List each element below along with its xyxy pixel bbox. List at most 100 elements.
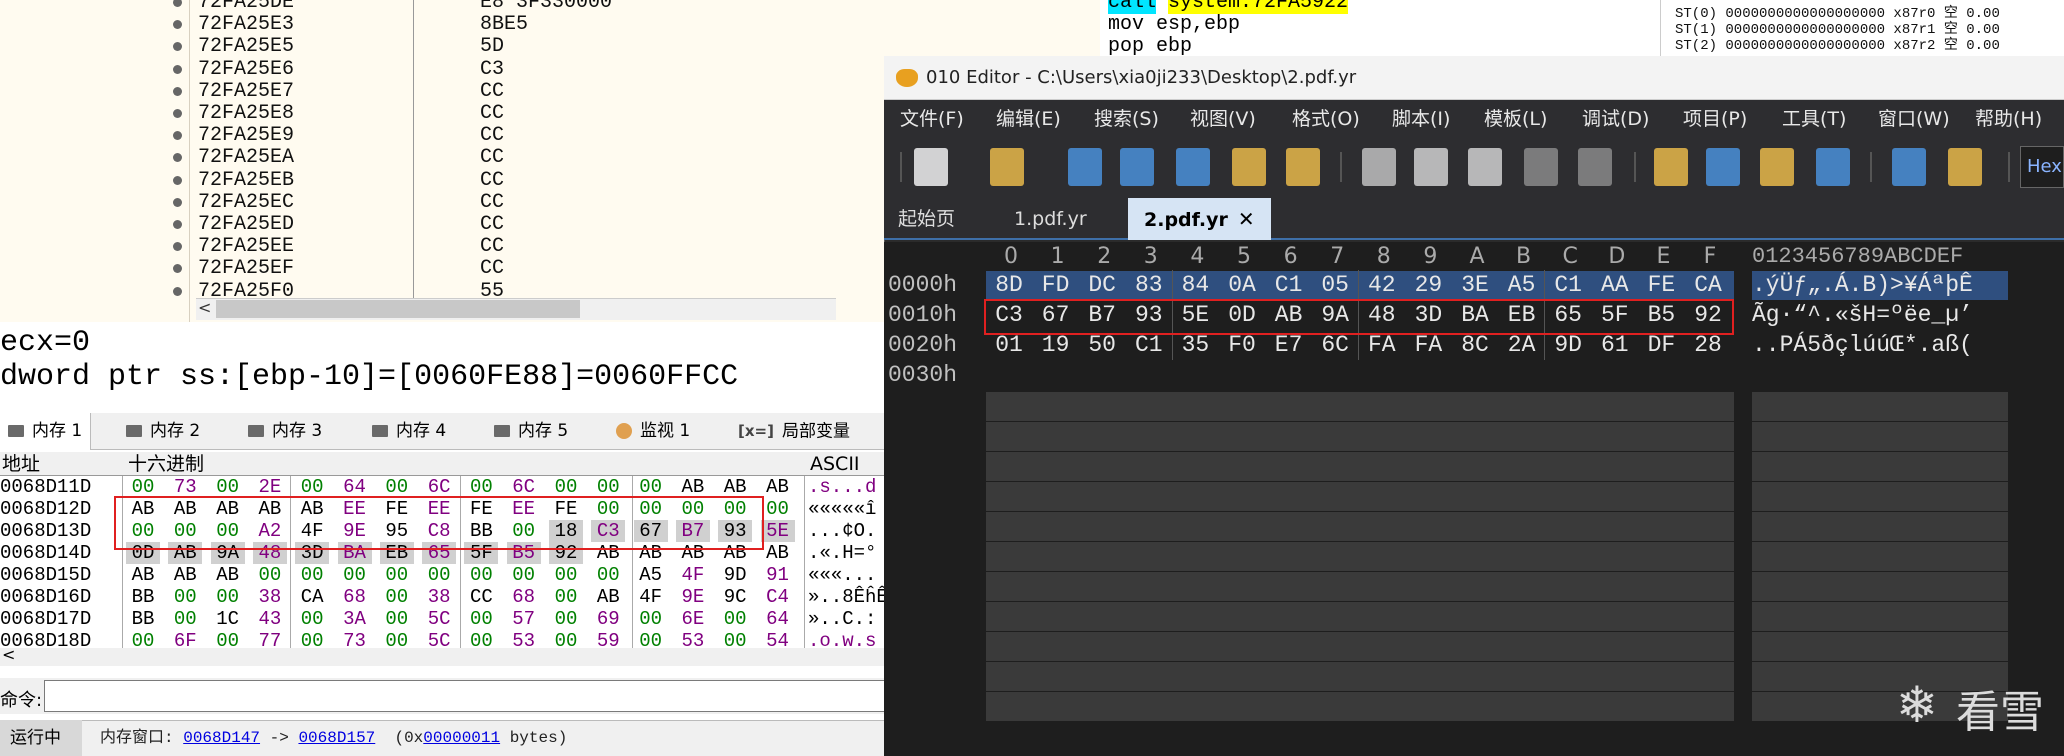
hex-byte[interactable]: C1 [1547, 270, 1589, 300]
memory-byte[interactable]: 38 [253, 586, 287, 608]
memory-row[interactable]: 0068D16D BB 00 00 38 CA 68 00 38 CC 68 00 AB 4F 9E 9C C4… [0, 586, 885, 608]
menu-item[interactable]: 文件(F) [900, 100, 964, 138]
breakpoint-dot-icon[interactable] [173, 64, 182, 74]
workspace-icon[interactable] [1286, 148, 1320, 186]
run-template-icon[interactable] [1892, 148, 1926, 186]
memory-byte[interactable]: AB [126, 564, 160, 586]
memory-byte[interactable]: 5C [422, 608, 456, 630]
memory-byte[interactable]: 00 [295, 608, 329, 630]
hex-byte[interactable]: 05 [1314, 270, 1356, 300]
status-size-link[interactable]: 00000011 [423, 729, 500, 747]
hex-byte[interactable]: 42 [1361, 270, 1403, 300]
breakpoint-dot-icon[interactable] [173, 175, 182, 185]
memory-byte[interactable]: 00 [464, 564, 498, 586]
memory-byte[interactable]: 38 [422, 586, 456, 608]
run-script-icon[interactable] [1948, 148, 1982, 186]
memory-byte[interactable]: 9E [676, 586, 710, 608]
hex-byte[interactable]: CA [1687, 270, 1729, 300]
memory-byte[interactable]: AB [168, 564, 202, 586]
menu-item[interactable]: 调试(D) [1582, 100, 1649, 138]
memory-byte[interactable]: AB [718, 476, 752, 498]
memory-byte[interactable]: 00 [464, 630, 498, 648]
hex-byte[interactable]: FE [1640, 270, 1682, 300]
tab-watch-1[interactable]: 监视 1 [608, 413, 690, 450]
memory-byte[interactable]: 00 [380, 476, 414, 498]
hex-byte[interactable]: A5 [1501, 270, 1543, 300]
memory-byte[interactable]: 73 [338, 630, 372, 648]
memory-byte[interactable]: 91 [761, 564, 795, 586]
memory-row[interactable]: 0068D11D 00 73 00 2E 00 64 00 6C 00 6C 00 00 00 AB AB AB… [0, 476, 885, 498]
menu-item[interactable]: 窗口(W) [1878, 100, 1950, 138]
memory-byte[interactable]: 59 [591, 630, 625, 648]
memory-byte[interactable]: 53 [507, 630, 541, 648]
memory-byte[interactable]: 73 [168, 476, 202, 498]
memory-byte[interactable]: 00 [464, 476, 498, 498]
memory-byte[interactable]: 4F [676, 564, 710, 586]
breakpoint-dot-icon[interactable] [173, 286, 182, 296]
memory-byte[interactable]: 00 [211, 476, 245, 498]
memory-byte[interactable]: 00 [634, 630, 668, 648]
memory-byte[interactable]: 6C [422, 476, 456, 498]
save-all-icon[interactable] [1176, 148, 1210, 186]
memory-byte[interactable]: 00 [422, 564, 456, 586]
memory-byte[interactable]: 00 [549, 564, 583, 586]
memory-byte[interactable]: A5 [634, 564, 668, 586]
menu-item[interactable]: 搜索(S) [1094, 100, 1159, 138]
memory-byte[interactable]: 00 [380, 586, 414, 608]
find-icon[interactable] [1654, 148, 1688, 186]
breakpoint-dot-icon[interactable] [173, 109, 182, 118]
memory-byte[interactable]: 00 [338, 564, 372, 586]
memory-byte[interactable]: 54 [761, 630, 795, 648]
memory-byte[interactable]: 00 [549, 608, 583, 630]
memory-byte[interactable]: 00 [380, 564, 414, 586]
memory-byte[interactable]: 68 [507, 586, 541, 608]
memory-hscroll[interactable]: < [0, 645, 885, 666]
memory-byte[interactable]: 2E [253, 476, 287, 498]
close-icon[interactable]: ✕ [1238, 207, 1255, 231]
menu-item[interactable]: 视图(V) [1190, 100, 1256, 138]
undo-icon[interactable] [1524, 148, 1558, 186]
memory-byte[interactable]: C4 [761, 586, 795, 608]
memory-byte[interactable]: 00 [168, 608, 202, 630]
memory-byte[interactable]: BB [126, 608, 160, 630]
memory-byte[interactable]: 5C [422, 630, 456, 648]
tab-memory-1[interactable]: 内存 1 [0, 413, 92, 450]
hex-byte[interactable]: 0A [1221, 270, 1263, 300]
paste-icon[interactable] [1468, 148, 1502, 186]
memory-byte[interactable]: 00 [168, 586, 202, 608]
memory-byte[interactable]: 00 [464, 608, 498, 630]
memory-row[interactable]: 0068D15D AB AB AB 00 00 00 00 00 00 00 00 00 A5 4F 9D 91… [0, 564, 885, 586]
hex-byte[interactable]: AA [1594, 270, 1636, 300]
tab-locals[interactable]: [x=] 局部变量 [730, 413, 850, 450]
save-as-icon[interactable] [1120, 148, 1154, 186]
memory-byte[interactable]: 68 [338, 586, 372, 608]
editor-tab-1[interactable]: 起始页 [898, 198, 955, 240]
memory-byte[interactable]: AB [761, 476, 795, 498]
hex-byte[interactable]: 83 [1128, 270, 1170, 300]
memory-byte[interactable]: 1C [211, 608, 245, 630]
memory-byte[interactable]: BB [126, 586, 160, 608]
memory-byte[interactable]: 00 [380, 608, 414, 630]
menu-item[interactable]: 格式(O) [1292, 100, 1360, 138]
memory-byte[interactable]: CA [295, 586, 329, 608]
memory-byte[interactable]: 00 [634, 608, 668, 630]
memory-byte[interactable]: 77 [253, 630, 287, 648]
menu-item[interactable]: 模板(L) [1484, 100, 1547, 138]
menu-item[interactable]: 帮助(H) [1975, 100, 2042, 138]
hex-byte[interactable]: 84 [1174, 270, 1216, 300]
menu-item[interactable]: 编辑(E) [996, 100, 1061, 138]
memory-byte[interactable]: 6E [676, 608, 710, 630]
toolbar-search-box[interactable]: Hex [2020, 146, 2064, 188]
memory-byte[interactable]: 00 [718, 630, 752, 648]
editor-tab-2[interactable]: 1.pdf.yr [1014, 198, 1087, 240]
find-in-files-icon[interactable] [1760, 148, 1794, 186]
hex-byte[interactable]: DC [1081, 270, 1123, 300]
memory-byte[interactable]: 6C [507, 476, 541, 498]
new-file-icon[interactable] [914, 148, 948, 186]
memory-byte[interactable]: 00 [591, 564, 625, 586]
hex-byte[interactable]: 3E [1454, 270, 1496, 300]
memory-byte[interactable]: AB [211, 564, 245, 586]
memory-byte[interactable]: 00 [507, 564, 541, 586]
memory-byte[interactable]: 9C [718, 586, 752, 608]
status-from-link[interactable]: 0068D147 [183, 729, 260, 747]
